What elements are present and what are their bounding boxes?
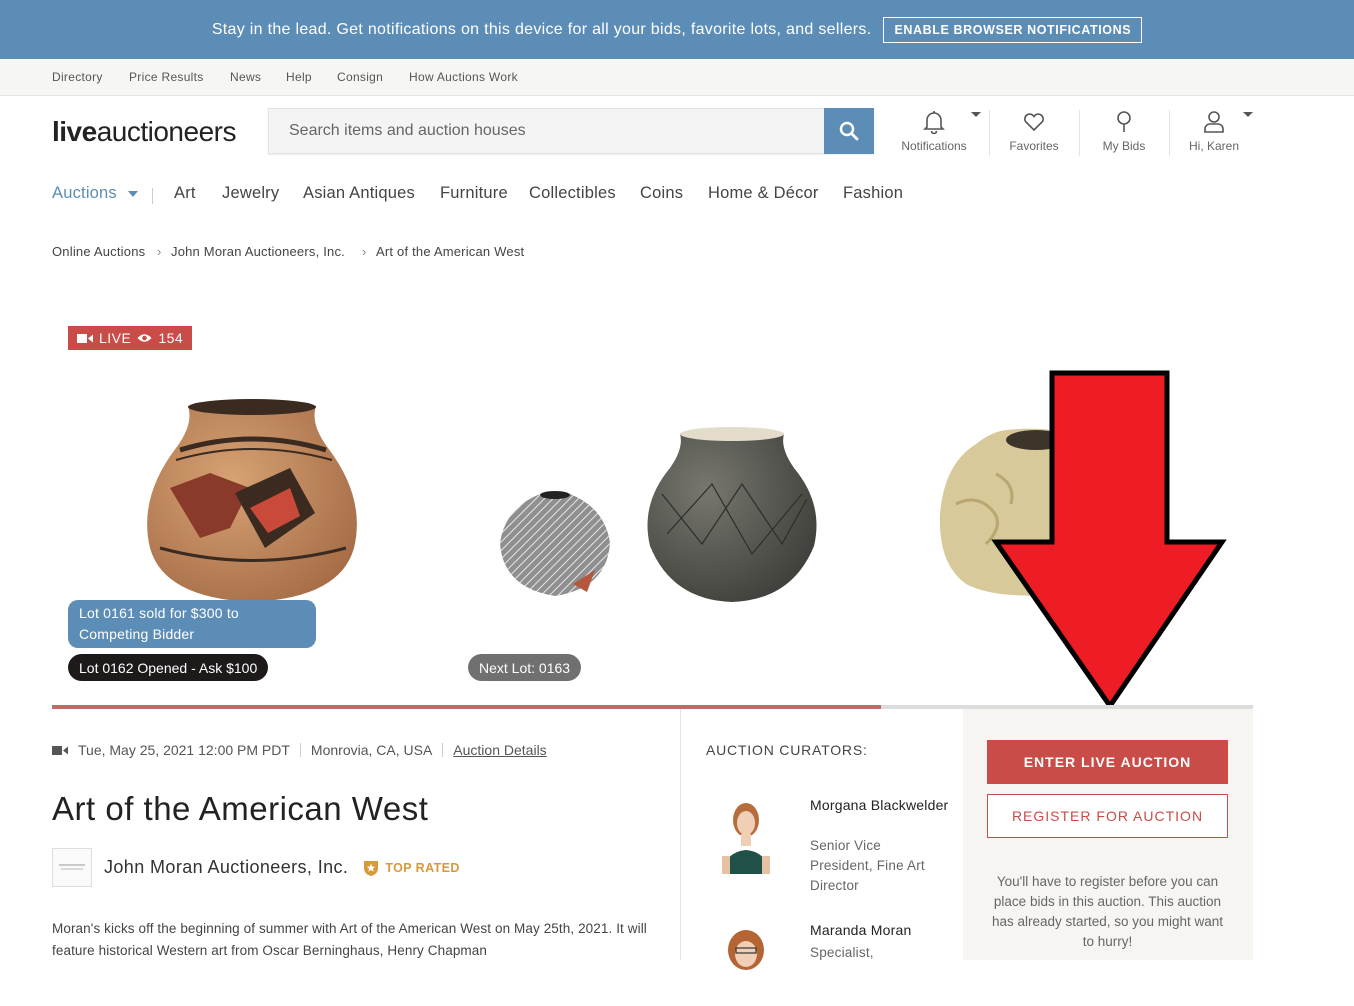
- curator-title: Specialist,: [810, 945, 874, 960]
- site-logo[interactable]: liveauctioneers: [52, 116, 236, 148]
- nav-collectibles[interactable]: Collectibles: [529, 184, 616, 203]
- breadcrumb-separator: ›: [362, 244, 367, 259]
- util-link-price-results[interactable]: Price Results: [129, 70, 204, 84]
- notification-banner: Stay in the lead. Get notifications on t…: [0, 0, 1354, 59]
- top-rated-label: TOP RATED: [385, 860, 460, 875]
- breadcrumb-online-auctions[interactable]: Online Auctions: [52, 244, 145, 259]
- nav-divider: [152, 188, 153, 204]
- auction-house-logo[interactable]: [52, 848, 92, 887]
- nav-asian-antiques[interactable]: Asian Antiques: [303, 184, 415, 203]
- top-rated-badge: TOP RATED: [362, 859, 459, 877]
- shield-star-icon: [364, 860, 379, 876]
- account-button[interactable]: Hi, Karen: [1179, 110, 1249, 156]
- auction-title: Art of the American West: [52, 790, 429, 827]
- live-badge: LIVE 154: [68, 326, 192, 350]
- lot-0163-image[interactable]: [495, 488, 615, 600]
- live-label: LIVE: [99, 330, 132, 346]
- search-icon: [839, 121, 859, 141]
- util-link-news[interactable]: News: [230, 70, 261, 84]
- curators-heading: AUCTION CURATORS:: [706, 742, 868, 758]
- lot-sold-status: Lot 0161 sold for $300 to Competing Bidd…: [68, 600, 316, 648]
- nav-fashion[interactable]: Fashion: [843, 184, 903, 203]
- down-arrow-annotation-icon: [991, 370, 1227, 710]
- notifications-label: Notifications: [901, 139, 967, 153]
- util-link-directory[interactable]: Directory: [52, 70, 103, 84]
- account-label: Hi, Karen: [1188, 139, 1240, 153]
- notifications-dropdown-icon[interactable]: [971, 112, 981, 117]
- auction-house: John Moran Auctioneers, Inc. TOP RATED: [52, 848, 460, 887]
- breadcrumb-auction-house[interactable]: John Moran Auctioneers, Inc.: [171, 244, 345, 259]
- nav-furniture[interactable]: Furniture: [440, 184, 508, 203]
- util-link-how-auctions-work[interactable]: How Auctions Work: [409, 70, 518, 84]
- header-divider: [1079, 110, 1080, 156]
- registration-note: You'll have to register before you can p…: [991, 874, 1224, 949]
- search-bar: [268, 108, 874, 154]
- header-divider: [989, 110, 990, 156]
- auction-location: Monrovia, CA, USA: [310, 742, 433, 758]
- curator-name[interactable]: Maranda Moran: [810, 922, 911, 939]
- auction-description: Moran's kicks off the beginning of summe…: [52, 921, 647, 958]
- header-divider: [1169, 110, 1170, 156]
- my-bids-button[interactable]: My Bids: [1089, 110, 1159, 156]
- nav-home-decor[interactable]: Home & Décor: [708, 184, 819, 203]
- my-bids-label: My Bids: [1102, 139, 1146, 153]
- auction-datetime: Tue, May 25, 2021 12:00 PM PDT: [78, 742, 290, 758]
- account-dropdown-icon[interactable]: [1243, 112, 1253, 117]
- search-button[interactable]: [824, 108, 874, 154]
- next-lot-status: Next Lot: 0163: [468, 654, 582, 681]
- curator-avatar: [728, 930, 764, 970]
- nav-coins[interactable]: Coins: [640, 184, 683, 203]
- auction-details-link[interactable]: Auction Details: [453, 742, 546, 758]
- chevron-down-icon: [127, 190, 138, 197]
- next-lot-image[interactable]: [642, 424, 822, 604]
- util-link-consign[interactable]: Consign: [337, 70, 383, 84]
- util-link-help[interactable]: Help: [286, 70, 312, 84]
- enter-live-auction-button[interactable]: ENTER LIVE AUCTION: [987, 740, 1228, 784]
- curator-avatar: [722, 803, 770, 874]
- lot-opened-status: Lot 0162 Opened - Ask $100: [68, 654, 269, 681]
- paddle-icon: [1117, 111, 1131, 132]
- eye-icon: [137, 334, 152, 342]
- search-input[interactable]: [269, 109, 824, 153]
- meta-divider: [299, 743, 301, 757]
- utility-nav: Directory Price Results News Help Consig…: [0, 59, 1354, 96]
- nav-art[interactable]: Art: [174, 184, 196, 203]
- video-camera-icon: [52, 745, 68, 755]
- auction-meta: Tue, May 25, 2021 12:00 PM PDT Monrovia,…: [52, 742, 547, 758]
- breadcrumb-separator: ›: [157, 244, 162, 259]
- section-divider: [680, 709, 681, 960]
- notifications-button[interactable]: Notifications: [894, 110, 974, 156]
- banner-text: Stay in the lead. Get notifications on t…: [211, 20, 872, 38]
- favorites-button[interactable]: Favorites: [999, 110, 1069, 156]
- video-camera-icon: [77, 333, 93, 343]
- auction-progress-fill: [52, 705, 881, 709]
- enable-notifications-button[interactable]: ENABLE BROWSER NOTIFICATIONS: [883, 16, 1143, 43]
- viewer-count: 154: [158, 330, 184, 346]
- favorites-label: Favorites: [1009, 139, 1059, 153]
- user-icon: [1204, 111, 1224, 133]
- meta-divider: [442, 743, 444, 757]
- nav-auctions[interactable]: Auctions: [52, 184, 138, 203]
- bell-icon: [923, 111, 945, 134]
- breadcrumb-current: Art of the American West: [376, 244, 525, 259]
- nav-jewelry[interactable]: Jewelry: [222, 184, 279, 203]
- heart-icon: [1024, 113, 1044, 132]
- curator-title: Senior Vice President, Fine Art Director: [810, 838, 925, 893]
- curator-name[interactable]: Morgana Blackwelder: [810, 797, 948, 814]
- auction-house-name[interactable]: John Moran Auctioneers, Inc.: [104, 857, 348, 878]
- register-for-auction-button[interactable]: REGISTER FOR AUCTION: [987, 794, 1228, 838]
- lot-0162-image[interactable]: [140, 398, 364, 604]
